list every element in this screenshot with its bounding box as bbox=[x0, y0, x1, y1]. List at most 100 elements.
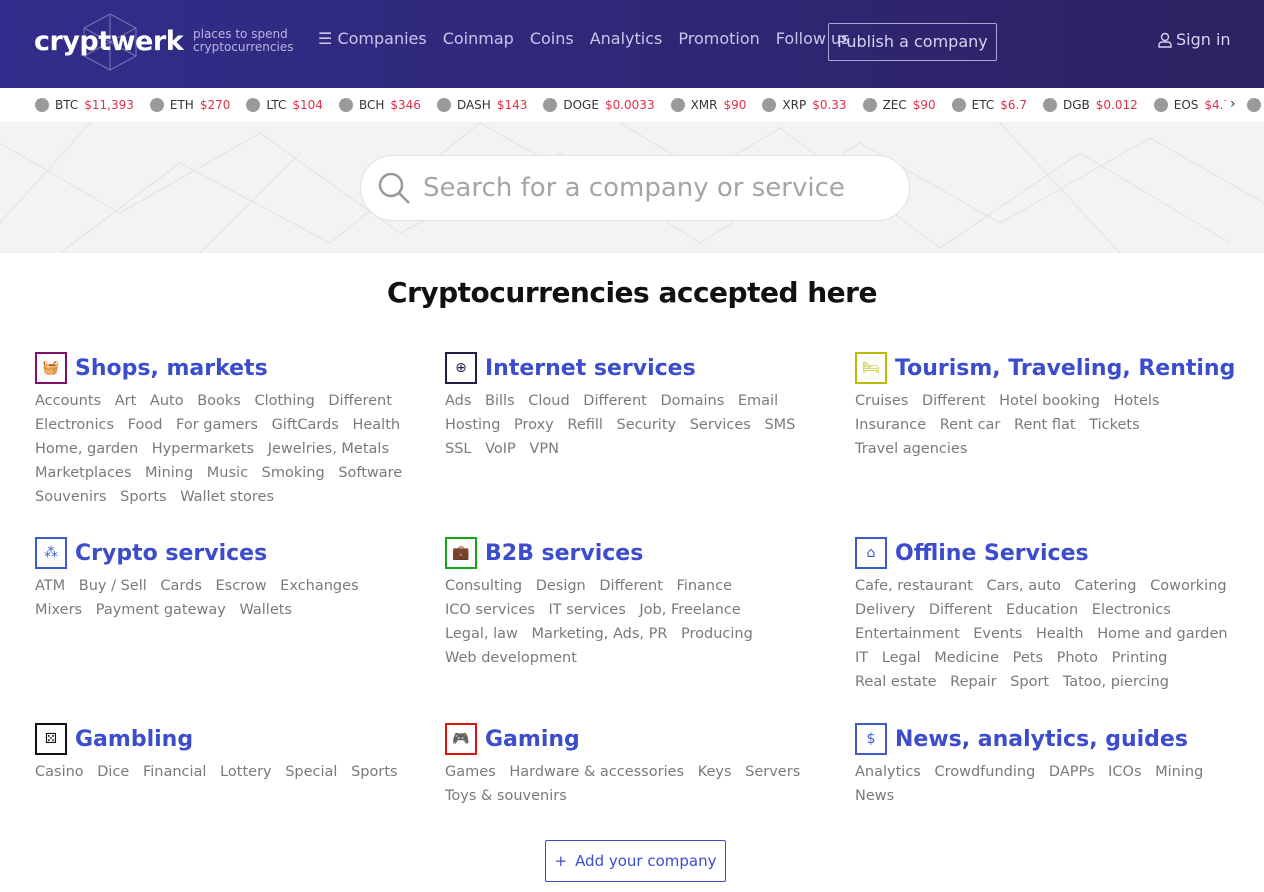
ticker-item-etc[interactable]: ETC $6.7 bbox=[951, 98, 1027, 112]
category-title[interactable]: Crypto services bbox=[75, 541, 267, 566]
category-link[interactable]: Tickets bbox=[1089, 413, 1139, 437]
search-input[interactable] bbox=[423, 173, 863, 203]
nav-companies[interactable]: ☰ Companies bbox=[318, 29, 427, 48]
category-link[interactable]: Insurance bbox=[855, 413, 926, 437]
ticker-item-eth[interactable]: ETH $270 bbox=[149, 98, 230, 112]
category-link[interactable]: ICO services bbox=[445, 598, 535, 622]
category-link[interactable]: Different bbox=[922, 389, 986, 413]
category-link[interactable]: Cars, auto bbox=[986, 574, 1060, 598]
category-link[interactable]: Producing bbox=[681, 622, 753, 646]
category-link[interactable]: Music bbox=[207, 461, 248, 485]
search-box[interactable] bbox=[360, 155, 910, 221]
category-link[interactable]: Security bbox=[617, 413, 677, 437]
category-link[interactable]: Food bbox=[128, 413, 163, 437]
category-link[interactable]: ICOs bbox=[1108, 760, 1141, 784]
category-link[interactable]: Toys & souvenirs bbox=[445, 784, 567, 808]
category-link[interactable]: Servers bbox=[745, 760, 800, 784]
category-link[interactable]: Analytics bbox=[855, 760, 921, 784]
category-link[interactable]: Wallet stores bbox=[180, 485, 274, 509]
category-link[interactable]: Smoking bbox=[262, 461, 325, 485]
category-link[interactable]: Entertainment bbox=[855, 622, 960, 646]
category-link[interactable]: Health bbox=[1036, 622, 1084, 646]
category-link[interactable]: Domains bbox=[660, 389, 724, 413]
category-link[interactable]: Different bbox=[328, 389, 392, 413]
category-link[interactable]: Pets bbox=[1013, 646, 1043, 670]
category-link[interactable]: Payment gateway bbox=[96, 598, 226, 622]
category-link[interactable]: Cloud bbox=[528, 389, 569, 413]
category-link[interactable]: Electronics bbox=[1092, 598, 1171, 622]
category-link[interactable]: Different bbox=[583, 389, 647, 413]
category-link[interactable]: Different bbox=[929, 598, 993, 622]
category-title[interactable]: Gaming bbox=[485, 727, 580, 752]
category-link[interactable]: Sports bbox=[351, 760, 397, 784]
category-link[interactable]: Mining bbox=[1155, 760, 1203, 784]
category-link[interactable]: Exchanges bbox=[280, 574, 358, 598]
category-link[interactable]: Repair bbox=[950, 670, 996, 694]
category-link[interactable]: Electronics bbox=[35, 413, 114, 437]
category-link[interactable]: Cards bbox=[160, 574, 201, 598]
category-link[interactable]: Delivery bbox=[855, 598, 915, 622]
ticker-item-eos[interactable]: EOS $4.7 bbox=[1153, 98, 1231, 112]
sign-in-link[interactable]: Sign in bbox=[1158, 30, 1231, 49]
category-link[interactable]: IT bbox=[855, 646, 868, 670]
category-link[interactable]: Consulting bbox=[445, 574, 522, 598]
category-link[interactable]: Wallets bbox=[239, 598, 292, 622]
category-link[interactable]: Printing bbox=[1112, 646, 1168, 670]
ticker-item-dash[interactable]: DASH $143 bbox=[436, 98, 527, 112]
category-link[interactable]: Keys bbox=[698, 760, 732, 784]
category-link[interactable]: Marketing, Ads, PR bbox=[531, 622, 667, 646]
category-link[interactable]: Cruises bbox=[855, 389, 908, 413]
ticker-item-dgb[interactable]: DGB $0.012 bbox=[1042, 98, 1138, 112]
category-link[interactable]: Sports bbox=[120, 485, 166, 509]
category-link[interactable]: Hotel booking bbox=[999, 389, 1100, 413]
ticker-item-xrp[interactable]: XRP $0.33 bbox=[762, 98, 847, 112]
category-link[interactable]: Casino bbox=[35, 760, 84, 784]
category-link[interactable]: Software bbox=[338, 461, 402, 485]
category-link[interactable]: Souvenirs bbox=[35, 485, 107, 509]
category-title[interactable]: Internet services bbox=[485, 356, 696, 381]
category-link[interactable]: Real estate bbox=[855, 670, 937, 694]
category-link[interactable]: Mining bbox=[145, 461, 193, 485]
category-link[interactable]: News bbox=[855, 784, 894, 808]
category-link[interactable]: Escrow bbox=[216, 574, 267, 598]
publish-company-button[interactable]: Publish a company bbox=[828, 23, 997, 61]
category-link[interactable]: VoIP bbox=[485, 437, 516, 461]
nav-coinmap[interactable]: Coinmap bbox=[443, 29, 514, 48]
category-link[interactable]: Events bbox=[973, 622, 1022, 646]
category-link[interactable]: Buy / Sell bbox=[79, 574, 147, 598]
category-link[interactable]: Books bbox=[197, 389, 241, 413]
category-link[interactable]: Bills bbox=[485, 389, 515, 413]
category-link[interactable]: Mixers bbox=[35, 598, 82, 622]
category-link[interactable]: Legal bbox=[882, 646, 921, 670]
category-link[interactable]: Jewelries, Metals bbox=[268, 437, 389, 461]
category-title[interactable]: Tourism, Traveling, Renting bbox=[895, 356, 1235, 381]
category-link[interactable]: Home and garden bbox=[1097, 622, 1227, 646]
ticker-item-doge[interactable]: DOGE $0.0033 bbox=[543, 98, 655, 112]
category-link[interactable]: Email bbox=[738, 389, 778, 413]
category-link[interactable]: Catering bbox=[1074, 574, 1136, 598]
category-link[interactable]: Special bbox=[285, 760, 337, 784]
category-link[interactable]: Auto bbox=[150, 389, 184, 413]
category-title[interactable]: News, analytics, guides bbox=[895, 727, 1188, 752]
category-link[interactable]: Finance bbox=[677, 574, 732, 598]
category-link[interactable]: VPN bbox=[529, 437, 559, 461]
category-link[interactable]: Rent car bbox=[940, 413, 1001, 437]
category-link[interactable]: Legal, law bbox=[445, 622, 518, 646]
category-link[interactable]: For gamers bbox=[176, 413, 258, 437]
category-link[interactable]: Marketplaces bbox=[35, 461, 131, 485]
category-title[interactable]: Offline Services bbox=[895, 541, 1089, 566]
category-link[interactable]: Dice bbox=[97, 760, 129, 784]
category-link[interactable]: Sport bbox=[1010, 670, 1049, 694]
category-link[interactable]: Services bbox=[690, 413, 751, 437]
category-title[interactable]: Gambling bbox=[75, 727, 193, 752]
category-link[interactable]: DAPPs bbox=[1049, 760, 1095, 784]
category-link[interactable]: Web development bbox=[445, 646, 577, 670]
ticker-item-bch[interactable]: BCH $346 bbox=[338, 98, 421, 112]
category-link[interactable]: Art bbox=[115, 389, 137, 413]
ticker-item-xmr[interactable]: XMR $90 bbox=[670, 98, 746, 112]
ticker-item-ltc[interactable]: LTC $104 bbox=[246, 98, 323, 112]
category-link[interactable]: Games bbox=[445, 760, 496, 784]
category-title[interactable]: Shops, markets bbox=[75, 356, 268, 381]
logo[interactable]: cryptwerk bbox=[34, 26, 184, 57]
category-link[interactable]: Health bbox=[352, 413, 400, 437]
